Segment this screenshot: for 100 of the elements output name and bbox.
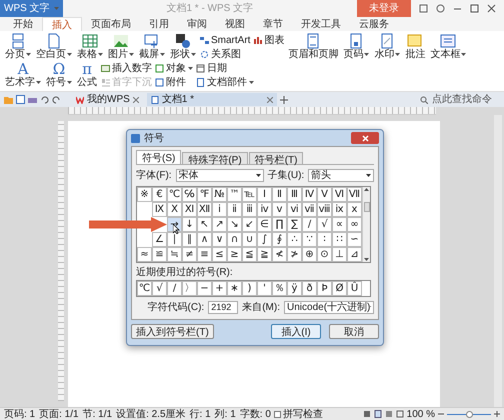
symbol-cell[interactable]: ≥	[227, 247, 242, 262]
grid-scrollbar[interactable]	[362, 187, 370, 262]
scroll-up-icon[interactable]	[364, 188, 369, 191]
ribbon-button[interactable]: π 公式	[76, 61, 98, 89]
zoom-in-icon[interactable]	[494, 411, 500, 417]
symbol-cell[interactable]: ð	[302, 281, 317, 296]
ribbon-button[interactable]: 对象	[155, 62, 193, 75]
ribbon-button[interactable]: 插入数字	[101, 62, 152, 75]
symbol-cell[interactable]: ⊥	[332, 247, 347, 262]
symbol-cell[interactable]: ⊿	[347, 247, 362, 262]
symbol-cell[interactable]: ∠	[152, 232, 167, 247]
command-search-field[interactable]: 点此查找命令	[416, 92, 500, 107]
scroll-thumb[interactable]	[364, 202, 370, 212]
dialog-tab[interactable]: 符号栏(T)	[248, 152, 304, 164]
symbol-cell[interactable]: ℉	[197, 187, 212, 202]
symbol-cell[interactable]: ∗	[227, 281, 242, 296]
add-tab-icon[interactable]	[280, 96, 288, 104]
close-icon[interactable]	[266, 96, 273, 102]
cancel-button[interactable]: 取消	[329, 324, 379, 339]
symbol-cell[interactable]: ％	[272, 281, 287, 296]
redo-icon[interactable]	[52, 95, 61, 104]
symbol-cell[interactable]: Ⅶ	[347, 187, 362, 202]
symbol-cell[interactable]: ≤	[212, 247, 227, 262]
symbol-cell[interactable]: €	[152, 187, 167, 202]
symbol-cell[interactable]: ⅸ	[332, 202, 347, 217]
symbol-cell[interactable]: ℡	[242, 187, 257, 202]
ribbon-button[interactable]: 文本框	[429, 33, 468, 61]
symbol-cell[interactable]: ∵	[302, 232, 317, 247]
symbol-cell[interactable]: ≧	[257, 247, 272, 262]
symbol-cell[interactable]: ≦	[242, 247, 257, 262]
ribbon-button[interactable]: 页眉和页脚	[287, 33, 340, 61]
vertical-scrollbar[interactable]	[494, 115, 502, 407]
symbol-cell[interactable]: ⅱ	[227, 202, 242, 217]
close-icon[interactable]	[132, 96, 139, 102]
web-view-icon[interactable]	[384, 410, 393, 418]
symbol-cell[interactable]: Ⅲ	[287, 187, 302, 202]
symbol-cell[interactable]: 〉	[182, 281, 197, 296]
symbol-cell[interactable]: ∮	[272, 232, 287, 247]
symbol-cell[interactable]: ↘	[227, 217, 242, 232]
symbol-cell[interactable]: ⅰ	[212, 202, 227, 217]
symbol-cell[interactable]: Ø	[332, 281, 347, 296]
symbol-cell[interactable]: Ⅵ	[332, 187, 347, 202]
dialog-tab[interactable]: 特殊字符(P)	[182, 152, 248, 164]
symbol-cell[interactable]: Ⅹ	[167, 202, 182, 217]
ribbon-button[interactable]: 图片	[107, 33, 135, 61]
symbol-cell[interactable]: ∕	[302, 217, 317, 232]
ribbon-button[interactable]: 附件	[155, 76, 193, 89]
symbol-cell[interactable]: ∝	[332, 217, 347, 232]
symbol-cell[interactable]: ≌	[152, 247, 167, 262]
symbol-cell[interactable]: ∨	[212, 232, 227, 247]
symbol-cell[interactable]: ∴	[287, 232, 302, 247]
symbol-cell[interactable]: ∧	[197, 232, 212, 247]
symbol-cell[interactable]: √	[317, 217, 332, 232]
document-tab[interactable]: 文档1 *	[146, 93, 277, 106]
symbol-cell[interactable]: ⅵ	[287, 202, 302, 217]
symbol-cell[interactable]: ≮	[272, 247, 287, 262]
menu-tab[interactable]: 云服务	[350, 17, 398, 31]
close-icon[interactable]	[487, 4, 496, 13]
symbol-cell[interactable]: ∩	[227, 232, 242, 247]
menu-tab[interactable]: 开发工具	[292, 17, 350, 31]
menu-tab[interactable]: 开始	[4, 17, 42, 31]
ribbon-button[interactable]: 截屏	[138, 33, 166, 61]
document-tab[interactable]: 我的WPS	[72, 93, 143, 106]
insert-button[interactable]: 插入(I)	[271, 324, 321, 339]
subset-dropdown[interactable]: 箭头	[308, 169, 374, 182]
symbol-cell[interactable]: Ⅻ	[197, 202, 212, 217]
symbol-cell[interactable]: ⅲ	[242, 202, 257, 217]
symbol-cell[interactable]: ℃	[137, 281, 152, 296]
maximize-icon[interactable]	[470, 4, 479, 13]
symbol-cell[interactable]: Û	[347, 281, 362, 296]
symbol-cell[interactable]: ∷	[332, 232, 347, 247]
outline-view-icon[interactable]	[396, 410, 404, 418]
font-dropdown[interactable]: 宋体	[176, 169, 264, 182]
symbol-cell[interactable]: ↖	[197, 217, 212, 232]
symbol-cell[interactable]: '	[257, 281, 272, 296]
symbol-cell[interactable]: ⅷ	[317, 202, 332, 217]
symbol-cell[interactable]: Ⅳ	[302, 187, 317, 202]
undo-icon[interactable]	[40, 95, 49, 104]
menu-tab[interactable]: 页面布局	[82, 17, 140, 31]
menu-tab[interactable]: 插入	[42, 17, 82, 31]
page-view-icon[interactable]	[374, 410, 382, 418]
symbol-cell[interactable]: ≡	[197, 247, 212, 262]
zoom-out-icon[interactable]	[438, 411, 444, 417]
menu-tab[interactable]: 视图	[216, 17, 254, 31]
symbol-cell[interactable]: ∶	[317, 232, 332, 247]
save-icon[interactable]	[16, 95, 25, 104]
ribbon-button[interactable]: 水印	[373, 33, 402, 61]
symbol-cell[interactable]: ≯	[287, 247, 302, 262]
scroll-down-icon[interactable]	[364, 258, 369, 261]
ribbon-button[interactable]: Ω 符号	[45, 61, 73, 89]
symbol-cell[interactable]: ※	[137, 187, 152, 202]
ribbon-button[interactable]: 形状	[169, 33, 197, 61]
symbol-cell[interactable]: Ⅱ	[272, 187, 287, 202]
symbol-cell[interactable]: ∏	[272, 217, 287, 232]
symbol-cell[interactable]: −	[197, 281, 212, 296]
app-menu-button[interactable]: WPS 文字	[0, 0, 63, 17]
symbol-cell[interactable]: ∈	[257, 217, 272, 232]
ribbon-button[interactable]: SmartArt	[200, 34, 250, 47]
symbol-cell[interactable]: ⅳ	[257, 202, 272, 217]
symbol-cell[interactable]: ⊙	[317, 247, 332, 262]
